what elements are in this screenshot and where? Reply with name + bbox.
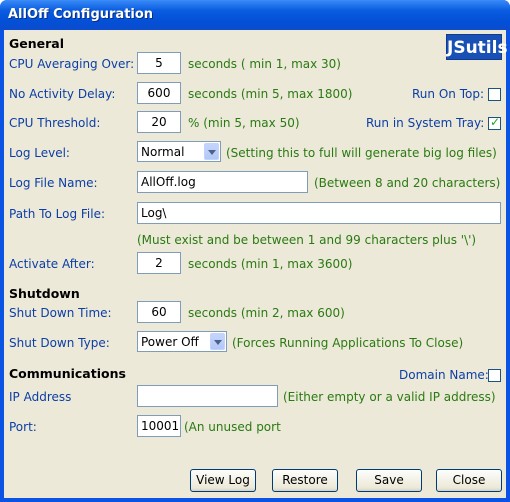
ip-address-hint: (Either empty or a valid IP address) bbox=[283, 390, 496, 404]
activate-after-input[interactable]: 2 bbox=[137, 252, 181, 274]
run-in-tray-checkbox[interactable]: ✓ bbox=[488, 115, 501, 130]
shutdown-type-hint: (Forces Running Applications To Close) bbox=[232, 336, 464, 350]
save-button[interactable]: Save bbox=[356, 469, 422, 492]
domain-name-label: Domain Name: bbox=[399, 368, 489, 382]
port-input[interactable]: 10001 bbox=[137, 415, 181, 437]
log-level-value: Normal bbox=[141, 145, 185, 159]
title-bar[interactable]: AllOff Configuration bbox=[0, 0, 510, 30]
shutdown-time-hint: seconds (min 2, max 600) bbox=[188, 306, 345, 320]
ip-address-input[interactable] bbox=[137, 385, 278, 407]
shutdown-type-label: Shut Down Type: bbox=[9, 336, 110, 350]
log-path-input[interactable]: Log\ bbox=[137, 202, 501, 224]
no-activity-input[interactable]: 600 bbox=[137, 82, 181, 104]
shutdown-type-select[interactable]: Power Off bbox=[137, 331, 227, 352]
cpu-averaging-input[interactable]: 5 bbox=[137, 52, 181, 74]
no-activity-label: No Activity Delay: bbox=[9, 87, 116, 101]
run-on-top-label: Run On Top: bbox=[412, 87, 484, 101]
log-file-label: Log File Name: bbox=[9, 176, 98, 190]
shutdown-heading: Shutdown bbox=[9, 286, 80, 301]
restore-button[interactable]: Restore bbox=[272, 469, 338, 492]
close-button[interactable]: Close bbox=[436, 469, 502, 492]
cpu-averaging-label: CPU Averaging Over: bbox=[9, 57, 135, 71]
run-on-top-checkbox[interactable] bbox=[488, 88, 501, 101]
communications-heading: Communications bbox=[9, 366, 126, 381]
config-window: AllOff Configuration General JSutils CPU… bbox=[0, 0, 510, 502]
shutdown-time-input[interactable]: 60 bbox=[137, 301, 181, 323]
activate-after-hint: seconds (min 1, max 3600) bbox=[188, 257, 353, 271]
run-in-tray-label: Run in System Tray: bbox=[366, 116, 485, 130]
port-label: Port: bbox=[9, 420, 37, 434]
log-level-hint: (Setting this to full will generate big … bbox=[226, 146, 497, 160]
general-heading: General bbox=[9, 36, 64, 51]
shutdown-type-value: Power Off bbox=[141, 335, 199, 349]
activate-after-label: Activate After: bbox=[9, 257, 95, 271]
chevron-down-icon[interactable] bbox=[204, 143, 219, 160]
log-path-hint: (Must exist and be between 1 and 99 char… bbox=[137, 233, 477, 247]
log-level-label: Log Level: bbox=[9, 146, 70, 160]
cpu-averaging-hint: seconds ( min 1, max 30) bbox=[188, 57, 341, 71]
cpu-threshold-input[interactable]: 20 bbox=[137, 111, 181, 133]
log-level-select[interactable]: Normal bbox=[137, 141, 221, 162]
jsutils-logo: JSutils bbox=[446, 34, 508, 60]
check-icon: ✓ bbox=[490, 115, 501, 129]
log-file-hint: (Between 8 and 20 characters) bbox=[314, 176, 501, 190]
log-path-label: Path To Log File: bbox=[9, 207, 105, 221]
window-title: AllOff Configuration bbox=[8, 7, 154, 22]
shutdown-time-label: Shut Down Time: bbox=[9, 306, 112, 320]
domain-name-checkbox[interactable] bbox=[488, 369, 501, 382]
view-log-button[interactable]: View Log bbox=[190, 469, 256, 492]
chevron-down-icon[interactable] bbox=[210, 333, 225, 350]
dialog-body: General JSutils CPU Averaging Over: 5 se… bbox=[4, 30, 508, 498]
ip-address-label: IP Address bbox=[9, 390, 72, 404]
cpu-threshold-hint: % (min 5, max 50) bbox=[188, 116, 300, 130]
cpu-threshold-label: CPU Threshold: bbox=[9, 116, 101, 130]
no-activity-hint: seconds (min 5, max 1800) bbox=[188, 87, 353, 101]
log-file-input[interactable]: AllOff.log bbox=[137, 171, 308, 193]
port-hint: (An unused port bbox=[184, 420, 281, 434]
